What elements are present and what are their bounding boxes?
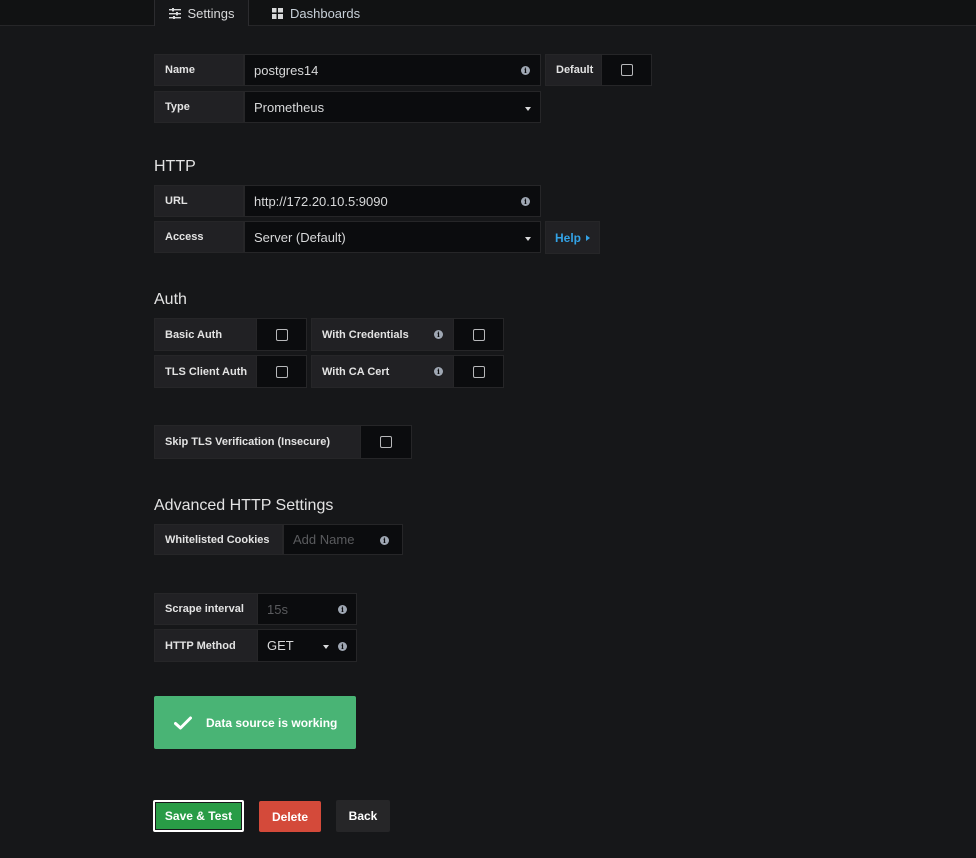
default-label: Default bbox=[545, 54, 602, 86]
checkbox-box bbox=[380, 436, 392, 448]
basic-auth-label: Basic Auth bbox=[154, 318, 257, 351]
name-input[interactable]: postgres14 i bbox=[244, 54, 541, 86]
checkbox-box bbox=[472, 328, 485, 341]
delete-button[interactable]: Delete bbox=[259, 801, 321, 832]
skip-tls-checkbox[interactable] bbox=[360, 425, 412, 459]
tab-bar bbox=[0, 0, 976, 26]
access-label: Access bbox=[154, 221, 244, 253]
tls-client-auth-label: TLS Client Auth bbox=[154, 355, 257, 388]
sliders-icon bbox=[168, 7, 181, 19]
help-label: Help bbox=[555, 230, 582, 245]
url-label: URL bbox=[154, 185, 244, 217]
scrape-interval-placeholder: 15s bbox=[267, 601, 288, 617]
tab-dashboards-label: Dashboards bbox=[290, 5, 361, 21]
default-checkbox[interactable] bbox=[601, 54, 652, 86]
info-icon[interactable]: i bbox=[521, 66, 530, 75]
tls-client-auth-checkbox[interactable] bbox=[256, 355, 307, 388]
http-method-label: HTTP Method bbox=[154, 629, 258, 662]
advanced-heading: Advanced HTTP Settings bbox=[154, 497, 334, 514]
basic-auth-checkbox[interactable] bbox=[256, 318, 307, 351]
save-test-button[interactable]: Save & Test bbox=[153, 800, 244, 832]
access-value: Server (Default) bbox=[254, 229, 346, 245]
url-value: http://172.20.10.5:9090 bbox=[254, 193, 388, 209]
with-ca-cert-checkbox[interactable] bbox=[453, 355, 504, 388]
chevron-down-icon bbox=[323, 645, 329, 649]
with-credentials-checkbox[interactable] bbox=[453, 318, 504, 351]
info-icon[interactable]: i bbox=[521, 197, 530, 206]
access-select[interactable]: Server (Default) bbox=[244, 221, 541, 253]
with-ca-cert-text: With CA Cert bbox=[322, 365, 390, 378]
with-credentials-text: With Credentials bbox=[322, 328, 409, 341]
checkbox-box bbox=[620, 64, 633, 76]
checkbox-box bbox=[275, 328, 288, 341]
scrape-interval-input[interactable]: 15s i bbox=[257, 593, 357, 625]
info-icon[interactable]: i bbox=[434, 367, 443, 376]
checkbox-box bbox=[275, 365, 288, 378]
with-credentials-label: With Credentials i bbox=[311, 318, 454, 351]
type-label: Type bbox=[154, 91, 244, 123]
back-button[interactable]: Back bbox=[336, 800, 390, 832]
cookies-input[interactable]: Add Name i bbox=[283, 524, 403, 555]
url-input[interactable]: http://172.20.10.5:9090 i bbox=[244, 185, 541, 217]
tab-settings[interactable]: Settings bbox=[154, 0, 249, 26]
info-icon[interactable]: i bbox=[380, 536, 389, 545]
info-icon[interactable]: i bbox=[338, 642, 347, 651]
checkbox-box bbox=[472, 365, 485, 378]
chevron-right-icon bbox=[586, 234, 591, 241]
name-label: Name bbox=[154, 54, 244, 86]
auth-heading: Auth bbox=[154, 291, 187, 308]
cookies-label: Whitelisted Cookies bbox=[154, 524, 283, 555]
chevron-down-icon bbox=[525, 107, 531, 111]
name-value: postgres14 bbox=[254, 62, 319, 78]
scrape-interval-label: Scrape interval bbox=[154, 593, 258, 625]
status-message: Data source is working bbox=[206, 715, 338, 730]
status-alert: Data source is working bbox=[154, 696, 356, 749]
type-value: Prometheus bbox=[254, 99, 325, 115]
with-ca-cert-label: With CA Cert i bbox=[311, 355, 454, 388]
grid-icon bbox=[272, 7, 283, 19]
info-icon[interactable]: i bbox=[434, 330, 443, 339]
http-method-value: GET bbox=[267, 638, 294, 653]
http-heading: HTTP bbox=[154, 158, 196, 175]
tab-settings-label: Settings bbox=[187, 5, 235, 21]
checkmark-icon bbox=[174, 716, 192, 729]
type-select[interactable]: Prometheus bbox=[244, 91, 541, 123]
cookies-placeholder: Add Name bbox=[293, 532, 355, 547]
http-method-select[interactable]: GET i bbox=[257, 629, 357, 662]
help-toggle[interactable]: Help bbox=[545, 221, 600, 254]
chevron-down-icon bbox=[525, 237, 531, 241]
skip-tls-label: Skip TLS Verification (Insecure) bbox=[154, 425, 361, 459]
tab-dashboards[interactable]: Dashboards bbox=[272, 0, 360, 26]
info-icon[interactable]: i bbox=[338, 605, 347, 614]
